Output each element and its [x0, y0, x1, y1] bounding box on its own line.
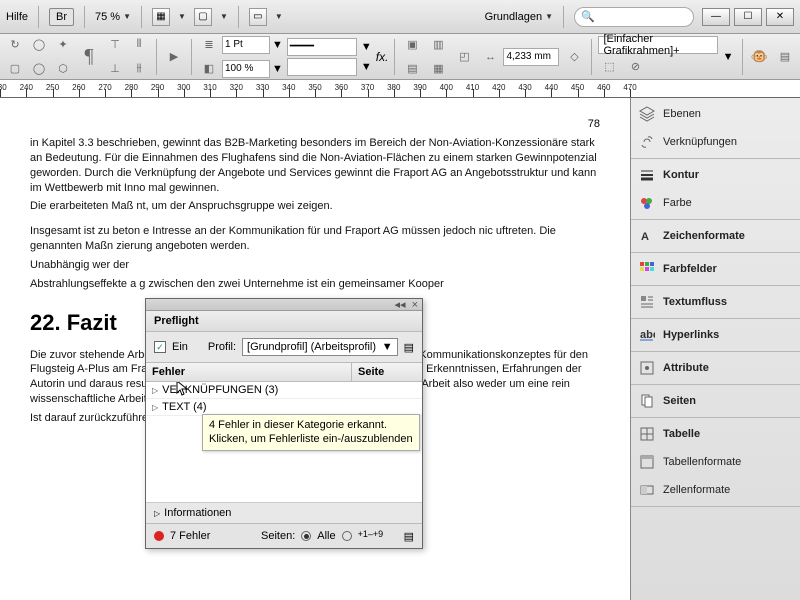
- maximize-button[interactable]: ☐: [734, 8, 762, 26]
- error-dot-icon: [154, 531, 164, 541]
- right-panel-dock: Ebenen Verknüpfungen Kontur Farbe AZeich…: [630, 98, 800, 600]
- align2-icon[interactable]: ⊥: [104, 58, 126, 80]
- collapse-icon[interactable]: ◂◂: [395, 298, 406, 311]
- separator: [563, 6, 564, 28]
- preflight-panel: ◂◂ × Preflight ✓ Ein Profil: [Grundprofi…: [145, 298, 423, 549]
- circle-icon[interactable]: ◯: [28, 34, 50, 56]
- preflight-on-checkbox[interactable]: ✓: [154, 341, 166, 353]
- search-icon: 🔍: [581, 10, 595, 23]
- document-page: 78 in Kapitel 3.3 beschrieben, gewinnt d…: [0, 98, 630, 600]
- minimize-button[interactable]: —: [702, 8, 730, 26]
- workspace-dropdown[interactable]: Grundlagen ▼: [485, 11, 553, 23]
- page-number: 78: [30, 118, 600, 130]
- profile-menu-icon[interactable]: ▤: [404, 341, 414, 354]
- wrap-icon[interactable]: ▣: [401, 34, 423, 56]
- svg-text:abc: abc: [640, 329, 655, 341]
- separator: [84, 6, 85, 28]
- stroke-weight-field[interactable]: 1 Pt: [222, 36, 270, 54]
- panel-farbe[interactable]: Farbe: [631, 189, 800, 217]
- panel-verknuepfungen[interactable]: Verknüpfungen: [631, 128, 800, 156]
- panel-textumfluss[interactable]: Textumfluss: [631, 288, 800, 316]
- search-input[interactable]: 🔍: [574, 7, 694, 27]
- profile-dropdown[interactable]: [Grundprofil] (Arbeitsprofil)▼: [242, 338, 398, 356]
- svg-text:A: A: [641, 231, 649, 243]
- pages-label: Seiten:: [261, 530, 295, 542]
- error-count: 7 Fehler: [170, 530, 210, 542]
- distribute-icon[interactable]: ⫴: [128, 34, 150, 56]
- separator: [238, 6, 239, 28]
- chevron-down-icon: ▼: [123, 12, 131, 21]
- stroke-style-field[interactable]: ━━━━: [287, 38, 357, 56]
- wrap2-icon[interactable]: ▤: [401, 58, 423, 80]
- wrap3-icon[interactable]: ▥: [427, 34, 449, 56]
- tint-icon: ◧: [198, 58, 220, 80]
- object-style-field[interactable]: [Einfacher Grafikrahmen]+: [598, 36, 718, 54]
- panel-header-controls: ◂◂ ×: [146, 299, 422, 311]
- menu-icon[interactable]: ▤: [774, 46, 796, 68]
- pages-all-radio[interactable]: [301, 531, 311, 541]
- panel-attribute[interactable]: Attribute: [631, 354, 800, 382]
- panel-hyperlinks[interactable]: abcHyperlinks: [631, 321, 800, 349]
- panel-ebenen[interactable]: Ebenen: [631, 100, 800, 128]
- panel-tabelle[interactable]: Tabelle: [631, 420, 800, 448]
- close-button[interactable]: ✕: [766, 8, 794, 26]
- tint-field[interactable]: 100 %: [222, 60, 270, 78]
- width-field[interactable]: 4,233 mm: [503, 48, 559, 66]
- separator: [38, 6, 39, 28]
- close-panel-icon[interactable]: ×: [412, 299, 418, 311]
- stroke-icon: ≣: [198, 34, 220, 56]
- profile-label: Profil:: [208, 341, 236, 353]
- panel-menu-icon[interactable]: ▤: [404, 530, 414, 543]
- corner-icon[interactable]: ◇: [563, 46, 585, 68]
- col-error-header: Fehler: [146, 363, 352, 381]
- separator: [141, 6, 142, 28]
- width-icon: ↔: [479, 46, 501, 68]
- panel-farbfelder[interactable]: Farbfelder: [631, 255, 800, 283]
- clear-icon[interactable]: ⊘: [624, 56, 646, 78]
- top-menu-bar: Hilfe Br 75 %▼ ▦▼ ▢▼ ▭▼ Grundlagen ▼ 🔍 —…: [0, 0, 800, 34]
- tooltip: 4 Fehler in dieser Kategorie erkannt. Kl…: [202, 414, 420, 451]
- zoom-dropdown[interactable]: 75 %▼: [95, 11, 131, 23]
- on-label: Ein: [172, 341, 188, 353]
- wrap4-icon[interactable]: ▦: [427, 58, 449, 80]
- align-icon[interactable]: ⊤: [104, 34, 126, 56]
- polygon-icon[interactable]: ⬡: [52, 58, 74, 80]
- screen-mode-icon[interactable]: ▢: [194, 8, 212, 26]
- error-row-links[interactable]: ▷VERKNÜPFUNGEN (3): [146, 382, 422, 399]
- control-toolbar: ↻ ◯ ✦ ▢ ◯ ⬡ ¶ ⊤ ⫴ ⊥ ⫵ ▶ ≣1 Pt▼ ◧100 %▼ ━…: [0, 34, 800, 80]
- panel-title: Preflight: [146, 311, 422, 332]
- paragraph-icon[interactable]: ¶: [78, 46, 100, 68]
- distribute2-icon[interactable]: ⫵: [128, 58, 150, 80]
- play-icon[interactable]: ▶: [163, 46, 185, 68]
- pages-range-field[interactable]: +1–+9: [358, 529, 398, 543]
- arrange-icon[interactable]: ▭: [249, 8, 267, 26]
- col-page-header: Seite: [352, 363, 422, 381]
- help-menu[interactable]: Hilfe: [6, 11, 28, 23]
- chevron-down-icon: ▼: [545, 12, 553, 21]
- fx-icon[interactable]: fx.: [376, 50, 389, 64]
- panel-zellenformate[interactable]: Zellenformate: [631, 476, 800, 504]
- rotate-icon[interactable]: ↻: [4, 34, 26, 56]
- square-icon[interactable]: ▢: [4, 58, 26, 80]
- info-row[interactable]: ▷Informationen: [146, 502, 422, 523]
- star-icon[interactable]: ✦: [52, 34, 74, 56]
- fill-field[interactable]: [287, 58, 357, 76]
- panel-tabellenformate[interactable]: Tabellenformate: [631, 448, 800, 476]
- panel-seiten[interactable]: Seiten: [631, 387, 800, 415]
- bridge-button[interactable]: Br: [49, 8, 74, 26]
- quick-apply-icon[interactable]: 🐵: [751, 48, 768, 65]
- pages-range-radio[interactable]: [342, 531, 352, 541]
- clear-override-icon[interactable]: ⬚: [598, 56, 620, 78]
- oval-icon[interactable]: ◯: [28, 58, 50, 80]
- crop-icon[interactable]: ◰: [453, 46, 475, 68]
- view-options-icon[interactable]: ▦: [152, 8, 170, 26]
- panel-kontur[interactable]: Kontur: [631, 161, 800, 189]
- panel-zeichenformate[interactable]: AZeichenformate: [631, 222, 800, 250]
- error-list[interactable]: ▷VERKNÜPFUNGEN (3) ▷TEXT (4) 4 Fehler in…: [146, 382, 422, 502]
- horizontal-ruler: 2302402502602702802903003103203303403503…: [0, 80, 800, 98]
- status-bar: 7 Fehler Seiten: Alle +1–+9 ▤: [146, 523, 422, 548]
